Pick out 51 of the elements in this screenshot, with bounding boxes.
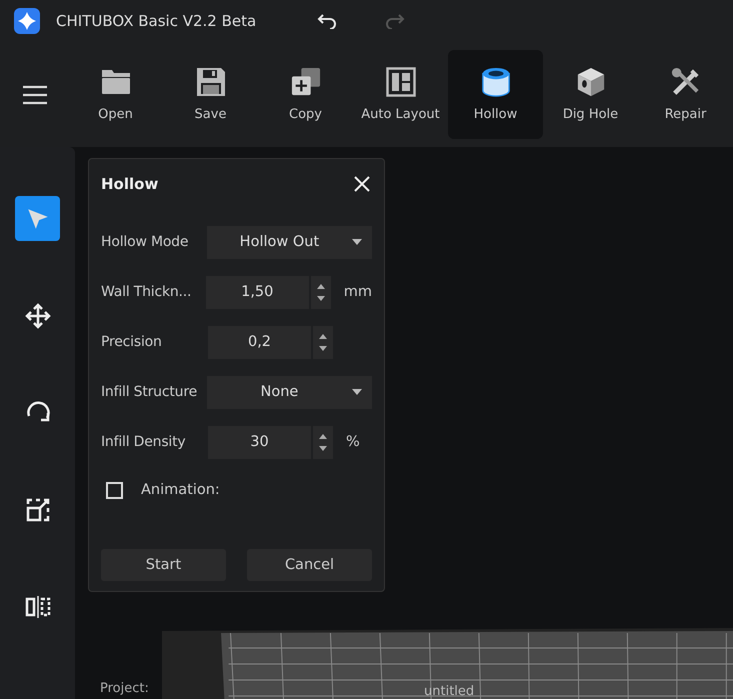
field-label: Infill Structure bbox=[101, 384, 198, 400]
caret-icon bbox=[352, 389, 362, 395]
dialog-button[interactable]: Cancel bbox=[247, 549, 372, 581]
field-label: Infill Density bbox=[101, 434, 186, 450]
up-arrow-icon bbox=[319, 334, 327, 338]
up-arrow-icon bbox=[319, 434, 327, 438]
spin-buttons[interactable] bbox=[313, 426, 333, 458]
toolbar-button[interactable]: Open bbox=[68, 50, 163, 139]
panel-title: Hollow bbox=[101, 175, 158, 193]
window-title: CHITUBOX Basic V2.2 Beta bbox=[56, 12, 258, 30]
cube-icon bbox=[576, 67, 606, 97]
field-label: Wall Thickn... bbox=[101, 284, 192, 300]
folder-icon bbox=[100, 67, 130, 97]
down-arrow-icon bbox=[319, 446, 327, 450]
scale-icon bbox=[24, 496, 50, 522]
toolbar-button[interactable]: Copy bbox=[258, 50, 353, 139]
toolbar-button[interactable]: Hollow bbox=[448, 50, 543, 139]
toolbar-button[interactable]: Repair bbox=[638, 50, 733, 139]
up-arrow-icon bbox=[316, 284, 325, 288]
field-label: Hollow Mode bbox=[101, 234, 190, 250]
mirror-icon bbox=[24, 594, 50, 620]
dialog-button[interactable]: Start bbox=[101, 549, 226, 581]
undo-icon[interactable] bbox=[317, 13, 337, 29]
tools-icon bbox=[670, 67, 700, 97]
close-icon[interactable] bbox=[354, 176, 370, 192]
unit-label: % bbox=[346, 434, 360, 450]
toolbar-button[interactable]: Save bbox=[163, 50, 258, 139]
spin-buttons[interactable] bbox=[313, 326, 333, 358]
copy-icon bbox=[290, 67, 320, 97]
field-label: Precision bbox=[101, 334, 163, 350]
toolbar-button[interactable]: Auto Layout bbox=[353, 50, 448, 139]
dropdown[interactable]: Hollow Out bbox=[206, 226, 372, 258]
number-field[interactable]: 30 bbox=[208, 426, 311, 458]
unit-label: mm bbox=[344, 284, 372, 300]
project-label: Project: bbox=[100, 681, 149, 696]
move-icon bbox=[24, 302, 50, 328]
menu-icon[interactable] bbox=[23, 84, 47, 104]
app-logo-icon bbox=[14, 8, 40, 34]
caret-icon bbox=[352, 239, 362, 245]
down-arrow-icon bbox=[316, 296, 325, 300]
dropdown[interactable]: None bbox=[206, 376, 372, 408]
layout-icon bbox=[386, 67, 416, 97]
checkbox-label: Animation: bbox=[141, 482, 220, 498]
down-arrow-icon bbox=[319, 346, 327, 350]
number-field[interactable]: 1,50 bbox=[206, 276, 309, 308]
toolbar-button[interactable]: Dig Hole bbox=[543, 50, 638, 139]
cylinder-icon bbox=[480, 67, 510, 97]
number-field[interactable]: 0,2 bbox=[208, 326, 311, 358]
project-name: untitled bbox=[424, 684, 474, 699]
checkbox[interactable] bbox=[106, 482, 123, 498]
spin-buttons[interactable] bbox=[310, 276, 331, 308]
